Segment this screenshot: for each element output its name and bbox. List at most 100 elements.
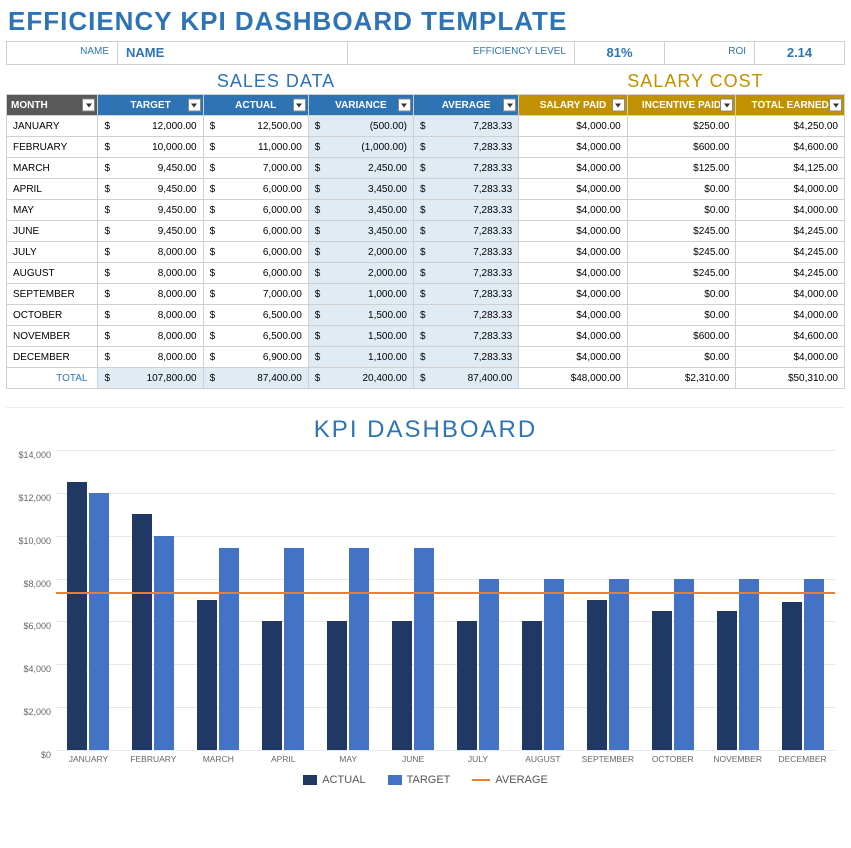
th-salary[interactable]: SALARY PAID (519, 95, 628, 116)
cell-average[interactable]: $7,283.33 (413, 221, 518, 242)
cell-target[interactable]: $9,450.00 (98, 200, 203, 221)
cell-target[interactable]: $12,000.00 (98, 116, 203, 137)
cell-month[interactable]: APRIL (7, 179, 98, 200)
filter-icon[interactable] (293, 99, 306, 112)
cell-average[interactable]: $7,283.33 (413, 347, 518, 368)
cell-variance[interactable]: $3,450.00 (308, 221, 413, 242)
cell-target[interactable]: $8,000.00 (98, 242, 203, 263)
cell-month[interactable]: MARCH (7, 158, 98, 179)
cell-month[interactable]: DECEMBER (7, 347, 98, 368)
cell-target[interactable]: $8,000.00 (98, 305, 203, 326)
cell-total[interactable]: $4,245.00 (736, 221, 845, 242)
filter-icon[interactable] (503, 99, 516, 112)
cell-incentive[interactable]: $0.00 (627, 347, 736, 368)
cell-incentive[interactable]: $245.00 (627, 263, 736, 284)
cell-total[interactable]: $4,000.00 (736, 347, 845, 368)
cell-average[interactable]: $7,283.33 (413, 305, 518, 326)
cell-month[interactable]: AUGUST (7, 263, 98, 284)
cell-total[interactable]: $4,000.00 (736, 200, 845, 221)
cell-salary[interactable]: $4,000.00 (519, 284, 628, 305)
cell-month[interactable]: JANUARY (7, 116, 98, 137)
cell-total[interactable]: $4,245.00 (736, 242, 845, 263)
cell-salary[interactable]: $4,000.00 (519, 221, 628, 242)
cell-incentive[interactable]: $125.00 (627, 158, 736, 179)
cell-salary[interactable]: $4,000.00 (519, 116, 628, 137)
cell-incentive[interactable]: $245.00 (627, 221, 736, 242)
cell-actual[interactable]: $7,000.00 (203, 158, 308, 179)
cell-variance[interactable]: $2,000.00 (308, 263, 413, 284)
cell-target[interactable]: $8,000.00 (98, 284, 203, 305)
filter-icon[interactable] (188, 99, 201, 112)
cell-target[interactable]: $8,000.00 (98, 263, 203, 284)
cell-salary[interactable]: $4,000.00 (519, 158, 628, 179)
cell-total[interactable]: $4,125.00 (736, 158, 845, 179)
th-target[interactable]: TARGET (98, 95, 203, 116)
cell-target[interactable]: $10,000.00 (98, 137, 203, 158)
cell-incentive[interactable]: $600.00 (627, 137, 736, 158)
cell-salary[interactable]: $4,000.00 (519, 242, 628, 263)
cell-month[interactable]: JULY (7, 242, 98, 263)
cell-incentive[interactable]: $0.00 (627, 305, 736, 326)
cell-average[interactable]: $7,283.33 (413, 116, 518, 137)
cell-month[interactable]: OCTOBER (7, 305, 98, 326)
cell-salary[interactable]: $4,000.00 (519, 179, 628, 200)
cell-variance[interactable]: $1,500.00 (308, 326, 413, 347)
cell-total[interactable]: $4,000.00 (736, 305, 845, 326)
cell-variance[interactable]: $1,100.00 (308, 347, 413, 368)
th-variance[interactable]: VARIANCE (308, 95, 413, 116)
cell-actual[interactable]: $12,500.00 (203, 116, 308, 137)
cell-variance[interactable]: $2,450.00 (308, 158, 413, 179)
th-actual[interactable]: ACTUAL (203, 95, 308, 116)
cell-salary[interactable]: $4,000.00 (519, 305, 628, 326)
cell-variance[interactable]: $1,000.00 (308, 284, 413, 305)
th-average[interactable]: AVERAGE (413, 95, 518, 116)
cell-total[interactable]: $4,000.00 (736, 284, 845, 305)
cell-variance[interactable]: $3,450.00 (308, 200, 413, 221)
th-month[interactable]: MONTH (7, 95, 98, 116)
th-total-earned[interactable]: TOTAL EARNED (736, 95, 845, 116)
cell-actual[interactable]: $11,000.00 (203, 137, 308, 158)
cell-target[interactable]: $9,450.00 (98, 179, 203, 200)
cell-average[interactable]: $7,283.33 (413, 326, 518, 347)
cell-incentive[interactable]: $0.00 (627, 179, 736, 200)
cell-actual[interactable]: $6,000.00 (203, 263, 308, 284)
cell-actual[interactable]: $6,000.00 (203, 200, 308, 221)
cell-target[interactable]: $9,450.00 (98, 221, 203, 242)
cell-salary[interactable]: $4,000.00 (519, 326, 628, 347)
cell-actual[interactable]: $6,000.00 (203, 179, 308, 200)
cell-month[interactable]: JUNE (7, 221, 98, 242)
filter-icon[interactable] (612, 99, 625, 112)
cell-salary[interactable]: $4,000.00 (519, 137, 628, 158)
cell-month[interactable]: MAY (7, 200, 98, 221)
cell-month[interactable]: NOVEMBER (7, 326, 98, 347)
filter-icon[interactable] (398, 99, 411, 112)
filter-icon[interactable] (720, 99, 733, 112)
cell-actual[interactable]: $6,000.00 (203, 221, 308, 242)
cell-total[interactable]: $4,600.00 (736, 326, 845, 347)
cell-total[interactable]: $4,600.00 (736, 137, 845, 158)
cell-average[interactable]: $7,283.33 (413, 179, 518, 200)
cell-actual[interactable]: $6,000.00 (203, 242, 308, 263)
cell-average[interactable]: $7,283.33 (413, 158, 518, 179)
cell-total[interactable]: $4,250.00 (736, 116, 845, 137)
cell-average[interactable]: $7,283.33 (413, 263, 518, 284)
cell-month[interactable]: FEBRUARY (7, 137, 98, 158)
filter-icon[interactable] (82, 99, 95, 112)
cell-average[interactable]: $7,283.33 (413, 200, 518, 221)
cell-salary[interactable]: $4,000.00 (519, 200, 628, 221)
cell-average[interactable]: $7,283.33 (413, 242, 518, 263)
cell-average[interactable]: $7,283.33 (413, 284, 518, 305)
cell-total[interactable]: $4,245.00 (736, 263, 845, 284)
cell-salary[interactable]: $4,000.00 (519, 263, 628, 284)
cell-incentive[interactable]: $245.00 (627, 242, 736, 263)
cell-variance[interactable]: $1,500.00 (308, 305, 413, 326)
filter-icon[interactable] (829, 99, 842, 112)
cell-salary[interactable]: $4,000.00 (519, 347, 628, 368)
cell-variance[interactable]: $(1,000.00) (308, 137, 413, 158)
cell-actual[interactable]: $6,500.00 (203, 305, 308, 326)
cell-average[interactable]: $7,283.33 (413, 137, 518, 158)
cell-total[interactable]: $4,000.00 (736, 179, 845, 200)
name-value[interactable]: NAME (117, 42, 347, 64)
cell-variance[interactable]: $3,450.00 (308, 179, 413, 200)
cell-incentive[interactable]: $250.00 (627, 116, 736, 137)
